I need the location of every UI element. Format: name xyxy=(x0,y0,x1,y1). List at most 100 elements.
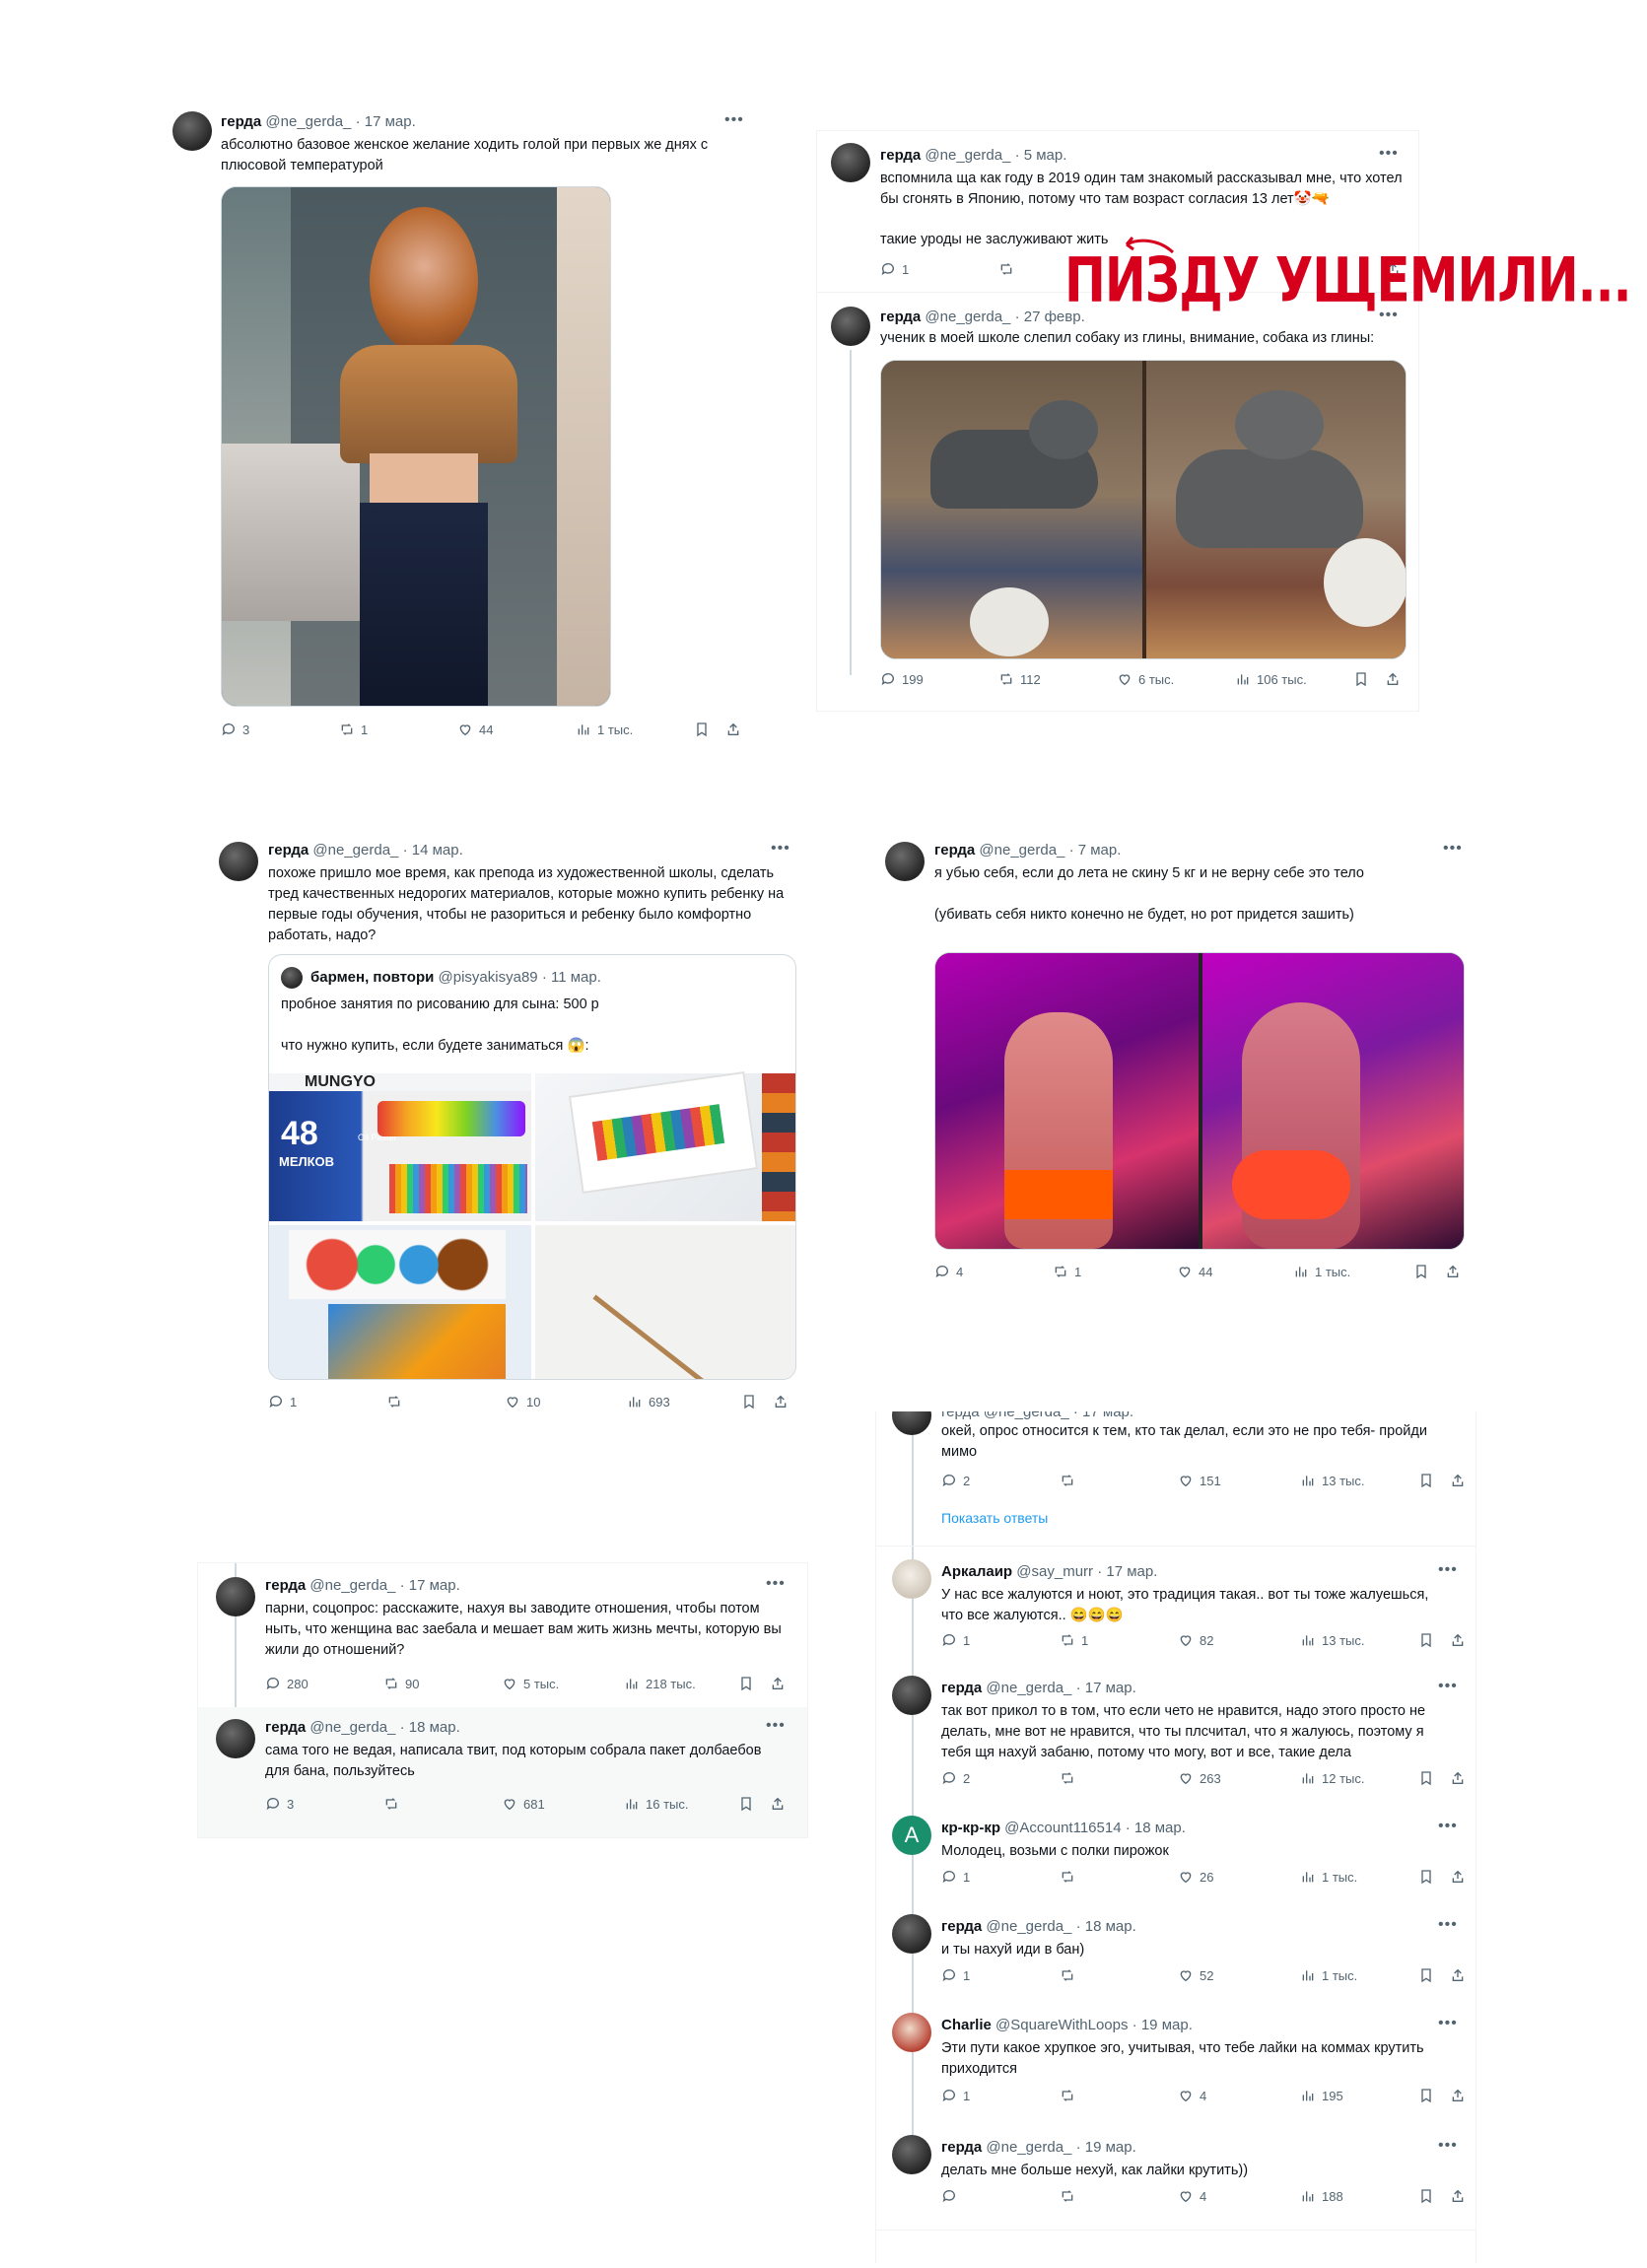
views-button[interactable]: 218 тыс. xyxy=(624,1676,696,1691)
tweet-date[interactable]: 17 мар. xyxy=(409,1577,460,1594)
reply-button[interactable] xyxy=(941,2188,957,2204)
like-button[interactable]: 5 тыс. xyxy=(502,1676,559,1691)
photo-dog-1[interactable] xyxy=(881,361,1142,658)
views-button[interactable]: 106 тыс. xyxy=(1235,671,1307,687)
tweet-photo-grid[interactable] xyxy=(934,952,1465,1250)
author-handle[interactable]: @SquareWithLoops xyxy=(995,2017,1128,2033)
author-handle[interactable]: @ne_gerda_ xyxy=(309,1719,395,1736)
avatar[interactable] xyxy=(892,2013,931,2052)
share-button[interactable] xyxy=(770,1676,786,1691)
tweet-date[interactable]: 18 мар. xyxy=(1085,1918,1136,1935)
reply-button[interactable]: 280 xyxy=(265,1676,309,1691)
avatar[interactable] xyxy=(892,1559,931,1599)
like-button[interactable]: 6 тыс. xyxy=(1117,671,1174,687)
show-replies-link[interactable]: Показать ответы xyxy=(941,1510,1048,1526)
photo-watercolor[interactable] xyxy=(535,1070,795,1221)
author-name[interactable]: герда xyxy=(941,2139,982,2156)
photo-brush[interactable] xyxy=(535,1225,795,1379)
like-button[interactable]: 4 xyxy=(1178,2088,1206,2103)
share-button[interactable] xyxy=(1450,2088,1466,2103)
reply-button[interactable]: 1 xyxy=(941,1869,970,1885)
bookmark-button[interactable] xyxy=(694,722,710,737)
more-icon[interactable]: ••• xyxy=(1379,145,1399,163)
views-button[interactable]: 16 тыс. xyxy=(624,1796,688,1812)
author-name[interactable]: герда xyxy=(941,1680,982,1696)
like-button[interactable]: 26 xyxy=(1178,1869,1213,1885)
share-button[interactable] xyxy=(1450,1770,1466,1786)
author-handle[interactable]: @ne_gerda_ xyxy=(925,309,1010,325)
tweet-date[interactable]: 17 мар. xyxy=(1085,1680,1136,1696)
tweet-date[interactable]: 17 мар. xyxy=(1106,1563,1157,1580)
more-icon[interactable]: ••• xyxy=(1438,1678,1458,1695)
retweet-button[interactable]: 1 xyxy=(1053,1264,1081,1279)
author-handle[interactable]: @ne_gerda_ xyxy=(312,842,398,859)
like-button[interactable]: 10 xyxy=(505,1394,540,1409)
reply-button[interactable]: 1 xyxy=(941,1967,970,1983)
views-button[interactable]: 1 тыс. xyxy=(576,722,633,737)
tweet-date[interactable]: 17 мар. xyxy=(365,113,416,130)
author-name[interactable]: герда xyxy=(941,1918,982,1935)
bookmark-button[interactable] xyxy=(1418,1967,1434,1983)
tweet-date[interactable]: 7 мар. xyxy=(1078,842,1122,859)
reply-button[interactable]: 1 xyxy=(941,2088,970,2103)
more-icon[interactable]: ••• xyxy=(1438,2137,1458,2155)
avatar[interactable] xyxy=(172,111,212,151)
share-button[interactable] xyxy=(1450,1869,1466,1885)
share-button[interactable] xyxy=(1450,1473,1466,1488)
bookmark-button[interactable] xyxy=(741,1394,757,1409)
bookmark-button[interactable] xyxy=(1418,1473,1434,1488)
like-button[interactable]: 263 xyxy=(1178,1770,1221,1786)
photo-dog-2[interactable] xyxy=(1146,361,1406,658)
quoted-tweet[interactable]: бармен, повтори @pisyakisya89 · 11 мар. … xyxy=(268,954,796,1380)
avatar[interactable] xyxy=(892,1676,931,1715)
reply-button[interactable]: 4 xyxy=(934,1264,963,1279)
avatar[interactable] xyxy=(219,842,258,881)
reply-button[interactable]: 199 xyxy=(880,671,924,687)
views-button[interactable]: 188 xyxy=(1300,2188,1343,2204)
tweet-date[interactable]: 18 мар. xyxy=(409,1719,460,1736)
views-button[interactable]: 1 тыс. xyxy=(1293,1264,1350,1279)
avatar[interactable] xyxy=(892,1914,931,1954)
bookmark-button[interactable] xyxy=(1418,2188,1434,2204)
author-handle[interactable]: @ne_gerda_ xyxy=(986,1680,1071,1696)
share-button[interactable] xyxy=(1445,1264,1461,1279)
retweet-button[interactable] xyxy=(386,1394,402,1409)
like-button[interactable]: 44 xyxy=(1177,1264,1212,1279)
avatar[interactable] xyxy=(831,307,870,346)
avatar[interactable] xyxy=(892,2135,931,2174)
share-button[interactable] xyxy=(1450,1632,1466,1648)
photo-gouache[interactable] xyxy=(269,1225,531,1379)
avatar[interactable] xyxy=(216,1719,255,1758)
author-name[interactable]: герда xyxy=(268,842,309,859)
reply-button[interactable]: 1 xyxy=(268,1394,297,1409)
tweet-date[interactable]: 14 мар. xyxy=(412,842,463,859)
like-button[interactable]: 151 xyxy=(1178,1473,1221,1488)
retweet-button[interactable]: 1 xyxy=(1060,1632,1088,1648)
reply-button[interactable]: 1 xyxy=(880,261,909,277)
views-button[interactable]: 1 тыс. xyxy=(1300,1967,1357,1983)
views-button[interactable]: 195 xyxy=(1300,2088,1343,2103)
retweet-button[interactable] xyxy=(1060,1869,1075,1885)
tweet-date[interactable]: 18 мар. xyxy=(1134,1820,1186,1836)
retweet-button[interactable] xyxy=(998,261,1014,277)
retweet-button[interactable]: 1 xyxy=(339,722,368,737)
tweet-photo[interactable] xyxy=(221,186,611,707)
avatar[interactable] xyxy=(216,1577,255,1616)
like-button[interactable]: 681 xyxy=(502,1796,545,1812)
share-button[interactable] xyxy=(1450,2188,1466,2204)
bookmark-button[interactable] xyxy=(1418,1632,1434,1648)
bookmark-button[interactable] xyxy=(738,1676,754,1691)
share-button[interactable] xyxy=(725,722,741,737)
more-icon[interactable]: ••• xyxy=(1443,840,1463,858)
tweet-date[interactable]: 5 мар. xyxy=(1024,147,1067,164)
retweet-button[interactable] xyxy=(1060,2188,1075,2204)
author-name[interactable]: Аркалаир xyxy=(941,1563,1012,1580)
photo-1[interactable] xyxy=(935,953,1199,1249)
bookmark-button[interactable] xyxy=(1418,2088,1434,2103)
reply-button[interactable]: 2 xyxy=(941,1473,970,1488)
avatar[interactable]: A xyxy=(892,1816,931,1855)
bookmark-button[interactable] xyxy=(1418,1869,1434,1885)
author-name[interactable]: кр-кр-кр xyxy=(941,1820,1000,1836)
author-handle[interactable]: @ne_gerda_ xyxy=(986,1918,1071,1935)
retweet-button[interactable] xyxy=(1060,1770,1075,1786)
